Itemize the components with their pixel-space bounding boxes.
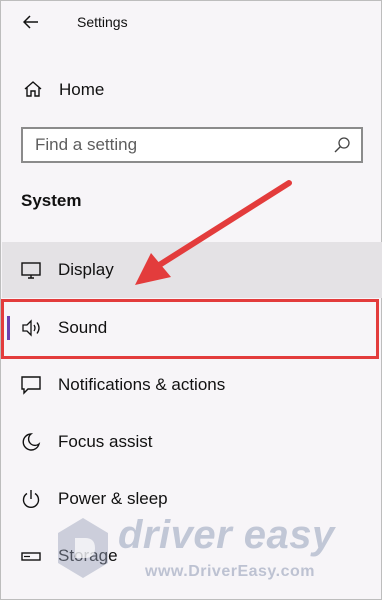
settings-window: Settings Home System Display Sound (0, 0, 382, 600)
nav-item-label: Power & sleep (58, 489, 168, 508)
search-input[interactable] (35, 135, 325, 155)
nav-item-storage[interactable]: Storage (2, 528, 382, 584)
storage-icon (21, 552, 41, 561)
nav-home-label: Home (59, 80, 105, 99)
nav-item-display[interactable]: Display (2, 242, 382, 298)
power-icon (22, 490, 40, 508)
window-title: Settings (77, 14, 128, 30)
speaker-icon (22, 319, 40, 337)
back-button[interactable] (16, 8, 46, 36)
back-arrow-icon (23, 15, 38, 29)
nav-item-sound[interactable]: Sound (2, 300, 382, 356)
active-indicator (7, 316, 10, 340)
nav-item-focus-assist[interactable]: Focus assist (2, 414, 382, 470)
nav-item-label: Sound (58, 318, 108, 337)
nav-home[interactable]: Home (2, 67, 382, 111)
home-icon (24, 81, 42, 97)
nav-item-label: Display (58, 260, 114, 279)
moon-icon (22, 433, 41, 451)
search-box[interactable] (21, 127, 363, 163)
nav-item-label: Storage (58, 546, 118, 565)
notification-icon (21, 376, 41, 395)
nav-item-notifications[interactable]: Notifications & actions (2, 357, 382, 413)
search-icon (334, 137, 350, 153)
section-title: System (21, 191, 82, 210)
monitor-icon (21, 262, 41, 279)
title-bar: Settings (2, 2, 382, 42)
nav-item-label: Focus assist (58, 432, 153, 451)
nav-item-label: Notifications & actions (58, 375, 226, 394)
nav-item-power-sleep[interactable]: Power & sleep (2, 471, 382, 527)
